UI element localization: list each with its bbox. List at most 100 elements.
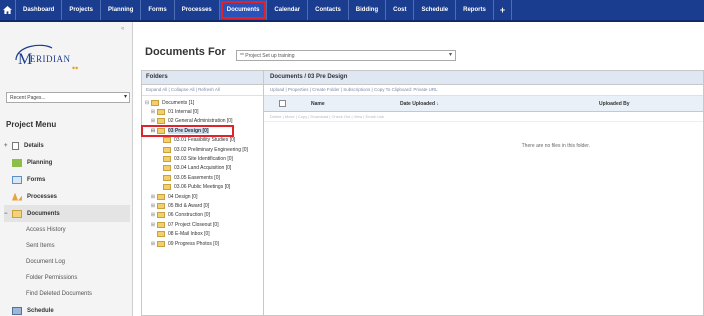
column-uploaded-by[interactable]: Uploaded By [599,101,630,107]
menu-item-schedule[interactable]: Schedule [4,302,130,316]
tree-node[interactable]: 03.01 Feasibility Studies [0] [142,136,263,145]
folder-icon [163,174,171,181]
expander-icon[interactable]: ⊟ [150,128,156,134]
tree-node[interactable]: ⊞ 04 Design [0] [142,192,263,201]
logo-text: ERIDIAN [30,54,71,64]
folder-icon [157,231,165,238]
nav-processes[interactable]: Processes [175,0,220,20]
tree-node[interactable]: 03.05 Easements [0] [142,173,263,182]
column-name[interactable]: Name [311,101,325,107]
tree-node[interactable]: ⊞ 09 Progress Photos [0] [142,239,263,248]
folder-icon [151,99,159,106]
expand-icon[interactable]: + [4,143,12,149]
home-icon[interactable] [0,0,16,20]
tree-node-label: 05 Bid & Award [0] [168,202,210,209]
menu-item-label: Schedule [27,307,54,314]
page-title: Documents For [145,46,226,58]
menu-item-document-log[interactable]: Document Log [4,254,130,270]
documents-breadcrumb: Documents / 03 Pre Design [264,71,703,85]
top-navigation-bar: Dashboard Projects Planning Forms Proces… [0,0,704,22]
folder-icon [163,156,171,163]
tree-node-label: 06 Construction [0] [168,212,210,219]
folder-icon [157,127,165,134]
tree-node[interactable]: ⊞ 02 General Administration [0] [142,117,263,126]
menu-item-find-deleted-documents[interactable]: Find Deleted Documents [4,286,130,302]
grid-header-row: Name Date Uploaded ↓ Uploaded By [264,96,703,112]
nav-schedule[interactable]: Schedule [414,0,457,20]
tree-node[interactable]: ⊞ 07 Project Closeout [0] [142,220,263,229]
add-tab-button[interactable]: + [494,0,513,20]
folders-title: Folders [142,71,263,85]
chevron-down-icon: ▾ [448,52,452,58]
folder-tree: ⊟ Documents [1] ⊞ 01 Internal [0] ⊞ 02 Gene… [141,96,263,248]
nav-reports[interactable]: Reports [456,0,494,20]
expander-icon[interactable]: ⊟ [144,100,150,106]
nav-forms[interactable]: Forms [141,0,175,20]
tree-node-label: 03.04 Land Acquisition [0] [174,165,232,172]
expander-icon[interactable]: ⊞ [150,241,156,247]
menu-item-access-history[interactable]: Access History [4,222,130,238]
documents-toolbar[interactable]: Upload | Properties | Create Folder | Su… [264,85,703,96]
menu-item-sent-items[interactable]: Sent Items [4,238,130,254]
tree-node[interactable]: ⊞ 06 Construction [0] [142,211,263,220]
tree-node[interactable]: 03.04 Land Acquisition [0] [142,164,263,173]
tree-node[interactable]: ⊟ Documents [1] [142,98,263,107]
nav-cost[interactable]: Cost [386,0,415,20]
tree-node[interactable]: 03.03 Site Identification [0] [142,154,263,163]
menu-item-label: Documents [27,210,60,217]
tree-node-label: 02 General Administration [0] [168,118,233,125]
nav-documents[interactable]: Documents [219,0,268,20]
expander-icon[interactable]: ⊞ [150,118,156,124]
sidebar-collapse-icon[interactable]: « [121,26,124,32]
expander-icon[interactable]: ⊞ [150,109,156,115]
meridian-logo: M ERIDIAN ◆◆ [15,44,79,70]
expander-icon[interactable]: ⊞ [150,194,156,200]
expander-icon[interactable]: ⊞ [150,203,156,209]
folder-icon [157,240,165,247]
tree-node-selected[interactable]: ⊟ 03 Pre Design [0] [141,125,234,137]
menu-item-processes[interactable]: Processes [4,188,130,205]
project-select[interactable]: ** Project Set up training ▾ [236,50,456,61]
menu-item-planning[interactable]: Planning [4,154,130,171]
folder-icon [157,109,165,116]
chevron-down-icon: ▾ [123,94,127,100]
tree-node[interactable]: 03.06 Public Meetings [0] [142,183,263,192]
menu-item-details[interactable]: + Details [4,137,130,154]
svg-text:◆◆: ◆◆ [72,65,79,70]
recent-pages-select[interactable]: Recent Pages... ▾ [6,92,130,103]
tree-actions[interactable]: Expand All | Collapse All | Refresh All [142,85,263,96]
column-date-uploaded[interactable]: Date Uploaded ↓ [400,101,439,107]
empty-message: There are no files in this folder. [521,143,590,149]
folder-icon [163,184,171,191]
expander-icon[interactable]: ⊞ [150,212,156,218]
expander-icon[interactable]: ⊞ [150,222,156,228]
menu-item-folder-permissions[interactable]: Folder Permissions [4,270,130,286]
folders-panel: Folders Expand All | Collapse All | Refr… [141,70,264,316]
nav-calendar[interactable]: Calendar [267,0,309,20]
tree-node[interactable]: 08 E-Mail Inbox [0] [142,229,263,238]
select-all-checkbox[interactable] [279,100,286,107]
menu-item-forms[interactable]: Forms [4,171,130,188]
folder-icon [157,118,165,125]
tree-node-label: 03.03 Site Identification [0] [174,156,233,163]
tree-node-label: 01 Internal [0] [168,109,199,116]
document-actions: Delete | Move | Copy | Download | Check … [264,112,703,122]
menu-item-documents[interactable]: − Documents [4,205,130,222]
tree-node-label: Documents [1] [162,99,195,106]
nav-bidding[interactable]: Bidding [349,0,387,20]
tree-node-label: 03.05 Easements [0] [174,174,220,181]
nav-planning[interactable]: Planning [101,0,142,20]
tree-node[interactable]: ⊞ 05 Bid & Award [0] [142,201,263,210]
menu-item-label: Details [24,142,44,149]
nav-contacts[interactable]: Contacts [308,0,349,20]
project-menu-title: Project Menu [6,120,57,129]
nav-projects[interactable]: Projects [62,0,102,20]
tree-node[interactable]: 03.02 Preliminary Engineering [0] [142,145,263,154]
nav-dashboard[interactable]: Dashboard [16,0,63,20]
tree-node[interactable]: ⊞ 01 Internal [0] [142,107,263,116]
tree-node-label: 03.06 Public Meetings [0] [174,184,231,191]
collapse-icon[interactable]: − [4,211,12,217]
folder-icon [157,212,165,219]
tree-node-label: 09 Progress Photos [0] [168,240,219,247]
